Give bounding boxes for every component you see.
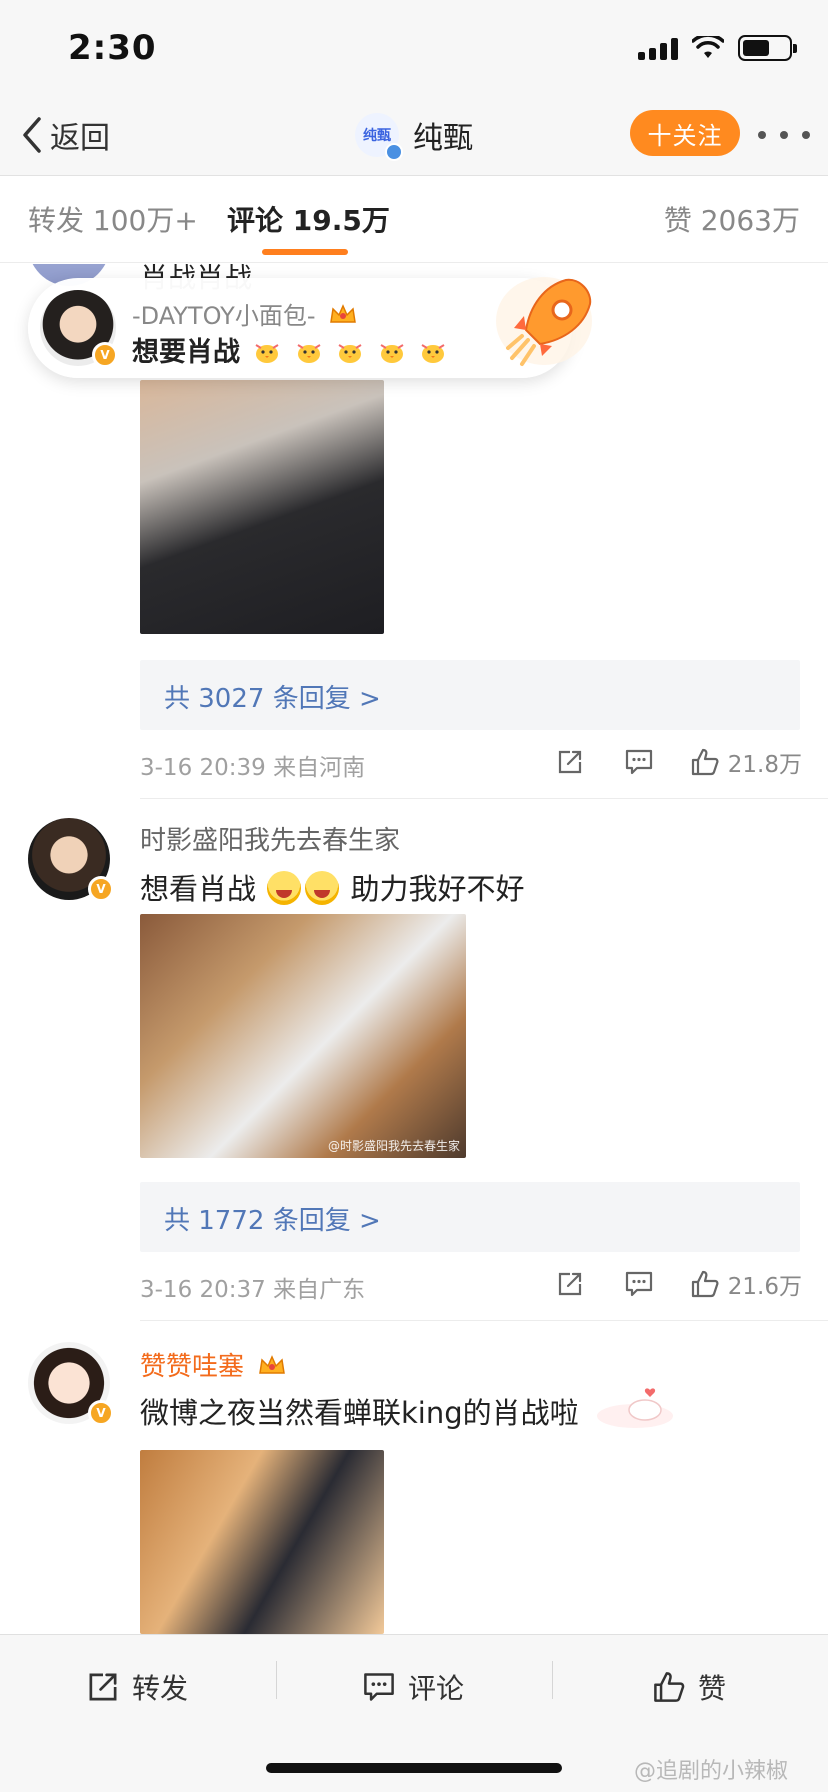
comment-meta: 3-16 20:39 来自河南 — [140, 755, 366, 781]
divider — [140, 1320, 828, 1321]
tab-like[interactable]: 赞 2063万 — [664, 199, 800, 239]
emoji-icon — [305, 871, 340, 905]
account-avatar[interactable]: 纯甄 — [355, 113, 403, 161]
share-button[interactable] — [556, 1264, 584, 1304]
comment-image[interactable] — [140, 380, 384, 634]
separator — [276, 1661, 277, 1699]
chick-emoji-icon — [255, 344, 279, 363]
comment-button[interactable]: 评论 — [362, 1659, 464, 1715]
back-button[interactable]: 返回 — [22, 110, 110, 160]
repost-label: 转发 — [132, 1672, 189, 1705]
gift-toast-banner[interactable]: V -DAYTOY小面包- 想要肖战 — [28, 277, 592, 378]
comment-feed[interactable]: 肖战肖战 共 3027 条回复 > 3-16 20:39 来自河南 — [0, 264, 828, 1634]
thumbs-up-icon — [654, 1672, 685, 1702]
status-bar: 2:30 — [0, 0, 828, 96]
chick-emoji-icon — [380, 344, 404, 363]
like-count: 21.6万 — [727, 1274, 802, 1300]
chick-emoji-icon — [297, 344, 321, 363]
comment-icon — [625, 1271, 652, 1297]
comment-actions: 21.6万 — [556, 1264, 802, 1304]
comment-meta-row: 3-16 20:39 来自河南 21.8万 — [140, 742, 802, 782]
comment-image[interactable] — [140, 1450, 384, 1634]
comment-text: 想看肖战 助力我好不好 — [140, 866, 524, 908]
like-count: 21.8万 — [727, 752, 802, 778]
share-icon — [558, 750, 581, 774]
reply-summary[interactable]: 共 3027 条回复 > — [140, 660, 800, 730]
like-post-button[interactable]: 赞 — [652, 1659, 726, 1715]
account-header[interactable]: 纯甄 纯甄 — [355, 110, 473, 161]
comment-icon — [364, 1673, 394, 1701]
thumbs-up-icon — [691, 748, 719, 776]
account-title[interactable]: 纯甄 — [413, 113, 473, 157]
image-watermark: @时影盛阳我先去春生家 — [327, 1139, 460, 1153]
toast-username-text: -DAYTOY小面包- — [132, 302, 316, 330]
wifi-icon — [692, 36, 724, 58]
toast-username: -DAYTOY小面包- — [132, 296, 357, 331]
home-indicator[interactable] — [266, 1763, 562, 1773]
reply-count-link[interactable]: 共 3027 条回复 > — [164, 678, 381, 715]
verified-blue-icon — [385, 143, 403, 161]
repost-button[interactable]: 转发 — [86, 1659, 188, 1715]
like-button[interactable]: 21.6万 — [690, 1264, 802, 1304]
comment-meta-row: 3-16 20:37 来自广东 21.6万 — [140, 1264, 802, 1304]
back-label: 返回 — [50, 121, 110, 156]
chevron-left-icon — [23, 117, 41, 153]
cellular-signal-icon — [638, 36, 678, 60]
like-button[interactable]: 21.8万 — [690, 742, 802, 782]
comment-image[interactable]: @时影盛阳我先去春生家 — [140, 914, 466, 1158]
share-button[interactable] — [556, 742, 584, 782]
follow-button[interactable]: 十关注 — [630, 110, 740, 156]
verified-icon: V — [88, 1400, 114, 1426]
reply-button[interactable] — [624, 742, 654, 782]
verified-icon: V — [88, 876, 114, 902]
comment-icon — [625, 749, 652, 775]
nav-bar: 返回 纯甄 纯甄 十关注 — [0, 96, 828, 176]
status-time: 2:30 — [68, 28, 157, 68]
chick-emoji-icon — [421, 344, 445, 363]
comment-actions: 21.8万 — [556, 742, 802, 782]
crown-icon — [330, 304, 357, 323]
verified-icon: V — [92, 342, 118, 368]
like-label: 赞 — [698, 1672, 727, 1705]
reply-count-link[interactable]: 共 1772 条回复 > — [164, 1200, 381, 1237]
comment-text: 微博之夜当然看蝉联king的肖战啦 — [140, 1396, 579, 1430]
tab-comment[interactable]: 评论 19.5万 — [227, 199, 390, 239]
crown-icon — [259, 1355, 286, 1374]
comment-author[interactable]: 赞赞哇塞 — [140, 1346, 286, 1383]
active-tab-indicator — [262, 249, 348, 255]
tab-repost[interactable]: 转发 100万+ — [28, 199, 198, 239]
chick-emoji-icon — [338, 344, 362, 363]
emoji-icon — [267, 871, 302, 905]
cat-sticker-icon — [597, 1388, 673, 1428]
reply-summary[interactable]: 共 1772 条回复 > — [140, 1182, 800, 1252]
comment-text-part: 助力我好不好 — [350, 872, 525, 906]
share-icon — [89, 1673, 117, 1701]
reply-button[interactable] — [624, 1264, 654, 1304]
comment-meta: 3-16 20:37 来自广东 — [140, 1277, 366, 1303]
post-tabs: 转发 100万+ 评论 19.5万 赞 2063万 — [0, 177, 828, 263]
comment-author[interactable]: 时影盛阳我先去春生家 — [140, 820, 400, 857]
comment-label: 评论 — [408, 1672, 465, 1705]
comment-author-name[interactable]: 赞赞哇塞 — [140, 1352, 244, 1382]
separator — [552, 1661, 553, 1699]
toast-message-text: 想要肖战 — [132, 337, 240, 368]
more-options-icon[interactable] — [758, 110, 810, 160]
account-logo: 纯甄 — [363, 128, 391, 144]
comment-text-part: 想看肖战 — [140, 872, 257, 906]
bottom-action-bar: 转发 评论 赞 @追剧的小辣椒 — [0, 1634, 828, 1792]
share-icon — [558, 1272, 581, 1296]
thumbs-up-icon — [691, 1270, 719, 1298]
divider — [140, 798, 828, 799]
toast-message: 想要肖战 — [132, 330, 447, 369]
watermark: @追剧的小辣椒 — [634, 1759, 789, 1784]
status-icons — [638, 34, 797, 62]
rocket-icon — [496, 277, 592, 366]
battery-icon — [738, 35, 797, 61]
